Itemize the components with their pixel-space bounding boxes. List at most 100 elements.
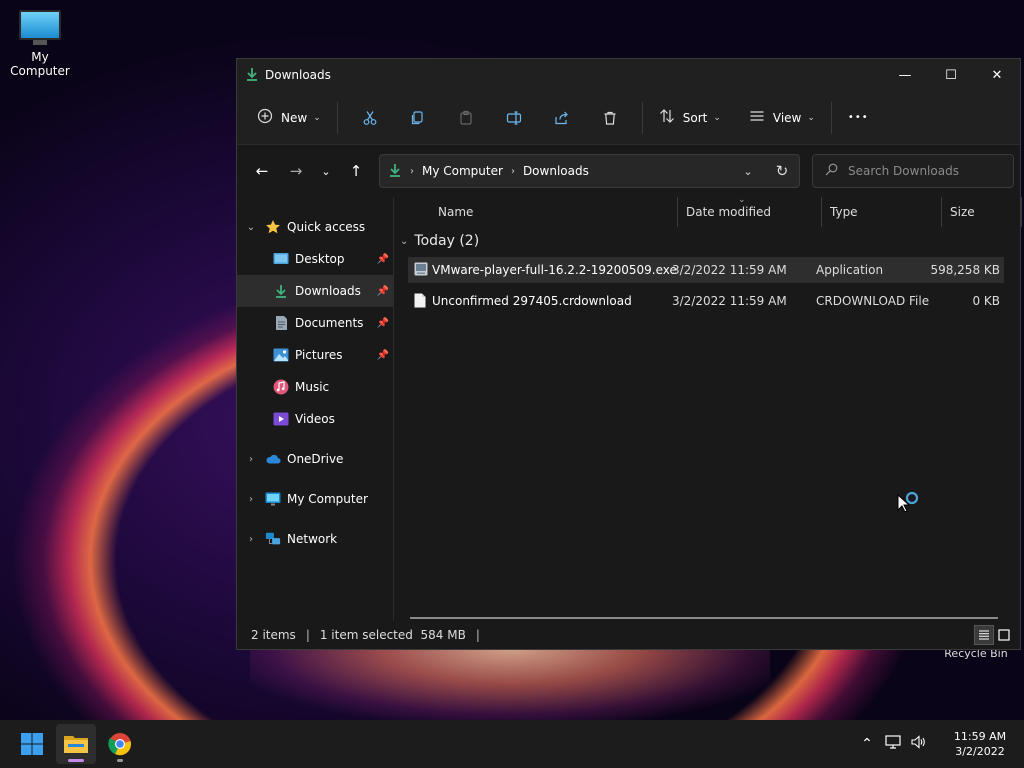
column-header-size[interactable]: Size xyxy=(942,197,1022,227)
taskbar-chrome[interactable] xyxy=(100,724,140,764)
taskbar-file-explorer[interactable] xyxy=(56,724,96,764)
monitor-icon xyxy=(19,10,61,46)
download-arrow-icon xyxy=(388,163,402,180)
pin-icon[interactable]: 📌 xyxy=(377,318,389,329)
search-input[interactable] xyxy=(848,164,1008,178)
pin-icon[interactable]: 📌 xyxy=(377,350,389,361)
chevron-right-icon[interactable]: › xyxy=(237,494,265,505)
pin-icon[interactable]: 📌 xyxy=(377,254,389,265)
sidebar-item-documents[interactable]: Documents 📌 xyxy=(237,307,393,339)
speaker-icon[interactable] xyxy=(906,735,932,753)
sidebar-item-label: OneDrive xyxy=(287,452,344,466)
more-options-button[interactable]: ••• xyxy=(840,102,877,134)
sidebar-item-my-computer[interactable]: › My Computer xyxy=(237,483,393,515)
title-bar[interactable]: Downloads — ☐ ✕ xyxy=(237,59,1020,91)
music-icon xyxy=(273,379,289,395)
details-view-icon xyxy=(979,630,989,640)
rename-button[interactable] xyxy=(490,102,538,134)
recent-locations-button[interactable]: ⌄ xyxy=(313,155,339,187)
column-headers: Name Date modified ⌄ Type Size xyxy=(408,195,1022,227)
refresh-icon[interactable]: ↻ xyxy=(765,162,799,180)
explorer-body: ⌄ Quick access Desktop 📌 Downloads 📌 Doc… xyxy=(237,195,1022,621)
file-name: VMware-player-full-16.2.2-19200509.exe xyxy=(432,263,677,277)
chevron-down-icon: ⌄ xyxy=(313,112,321,123)
column-header-name[interactable]: Name xyxy=(430,197,678,227)
address-bar[interactable]: › My Computer › Downloads ⌄ ↻ xyxy=(379,154,800,188)
sidebar-item-quick-access[interactable]: ⌄ Quick access xyxy=(237,211,393,243)
pin-icon[interactable]: 📌 xyxy=(377,286,389,297)
forward-button[interactable]: → xyxy=(279,155,313,187)
breadcrumb-downloads[interactable]: Downloads xyxy=(523,164,589,178)
sort-arrows-icon xyxy=(659,108,675,127)
video-icon xyxy=(273,411,289,427)
sidebar-item-label: Documents xyxy=(295,316,364,330)
chevron-right-icon: › xyxy=(510,165,515,177)
sidebar-item-label: Network xyxy=(287,532,338,546)
chevron-right-icon[interactable]: › xyxy=(237,454,265,465)
network-status-icon[interactable] xyxy=(880,735,906,753)
document-icon xyxy=(273,315,289,331)
sort-button[interactable]: Sort ⌄ xyxy=(651,102,729,134)
blank-file-icon xyxy=(414,293,426,311)
sidebar-item-music[interactable]: Music xyxy=(237,371,393,403)
details-view-button[interactable] xyxy=(974,625,994,645)
tiles-view-button[interactable] xyxy=(994,625,1014,645)
file-row[interactable]: VMware-player-full-16.2.2-19200509.exe 3… xyxy=(408,257,1004,283)
download-arrow-icon xyxy=(245,67,259,84)
item-count: 2 items xyxy=(251,628,296,642)
column-header-date[interactable]: Date modified ⌄ xyxy=(678,195,822,227)
sidebar-item-videos[interactable]: Videos xyxy=(237,403,393,435)
paste-button[interactable] xyxy=(442,102,490,134)
file-size: 0 KB xyxy=(972,294,1000,308)
file-row[interactable]: Unconfirmed 297405.crdownload 3/2/2022 1… xyxy=(408,288,1004,314)
minimize-button[interactable]: — xyxy=(882,59,928,91)
sidebar-item-downloads[interactable]: Downloads 📌 xyxy=(237,275,393,307)
delete-button[interactable] xyxy=(586,102,634,134)
folder-icon xyxy=(64,736,88,753)
network-icon xyxy=(265,531,281,547)
search-icon xyxy=(825,163,838,179)
chevron-right-icon: › xyxy=(410,165,414,177)
clock[interactable]: 11:59 AM 3/2/2022 xyxy=(940,729,1020,759)
new-button[interactable]: New ⌄ xyxy=(249,102,329,134)
copy-button[interactable] xyxy=(394,102,442,134)
chevron-right-icon[interactable]: › xyxy=(237,534,265,545)
maximize-button[interactable]: ☐ xyxy=(928,59,974,91)
chevron-down-icon[interactable]: ⌄ xyxy=(237,222,265,233)
windows-logo-icon xyxy=(21,733,43,755)
sidebar-item-label: Videos xyxy=(295,412,335,426)
sidebar-item-desktop[interactable]: Desktop 📌 xyxy=(237,243,393,275)
column-header-label: Date modified xyxy=(686,205,772,219)
address-dropdown-icon[interactable]: ⌄ xyxy=(731,165,765,178)
horizontal-scrollbar[interactable] xyxy=(410,617,998,619)
share-button[interactable] xyxy=(538,102,586,134)
back-button[interactable]: ← xyxy=(245,155,279,187)
group-header-today[interactable]: ⌄ Today (2) xyxy=(400,233,479,249)
chevron-down-icon[interactable]: ⌄ xyxy=(400,236,408,247)
file-list: Name Date modified ⌄ Type Size ⌄ Today (… xyxy=(394,195,1022,621)
sidebar-item-onedrive[interactable]: › OneDrive xyxy=(237,443,393,475)
up-button[interactable]: ↑ xyxy=(339,155,373,187)
chevron-down-icon: ⌄ xyxy=(713,112,721,123)
navigation-pane: ⌄ Quick access Desktop 📌 Downloads 📌 Doc… xyxy=(237,197,394,621)
desktop-icon-my-computer[interactable]: My Computer xyxy=(0,10,80,78)
toolbar-divider xyxy=(641,101,643,134)
sort-label: Sort xyxy=(682,110,708,125)
close-button[interactable]: ✕ xyxy=(974,59,1020,91)
download-arrow-icon xyxy=(273,283,289,299)
chevron-up-icon[interactable]: ⌃ xyxy=(854,736,880,752)
view-button[interactable]: View ⌄ xyxy=(741,102,823,134)
status-bar: 2 items | 1 item selected 584 MB | xyxy=(237,621,1020,649)
column-header-type[interactable]: Type xyxy=(822,197,942,227)
sidebar-item-pictures[interactable]: Pictures 📌 xyxy=(237,339,393,371)
start-button[interactable] xyxy=(12,724,52,764)
search-box[interactable] xyxy=(812,154,1014,188)
chrome-icon xyxy=(108,733,131,756)
sidebar-item-label: Desktop xyxy=(295,252,345,266)
view-label: View xyxy=(772,110,802,125)
taskbar: ⌃ 11:59 AM 3/2/2022 xyxy=(0,720,1024,768)
cut-button[interactable] xyxy=(346,102,394,134)
sidebar-item-network[interactable]: › Network xyxy=(237,523,393,555)
breadcrumb-my-computer[interactable]: My Computer xyxy=(422,164,503,178)
column-header-label: Type xyxy=(830,205,858,219)
